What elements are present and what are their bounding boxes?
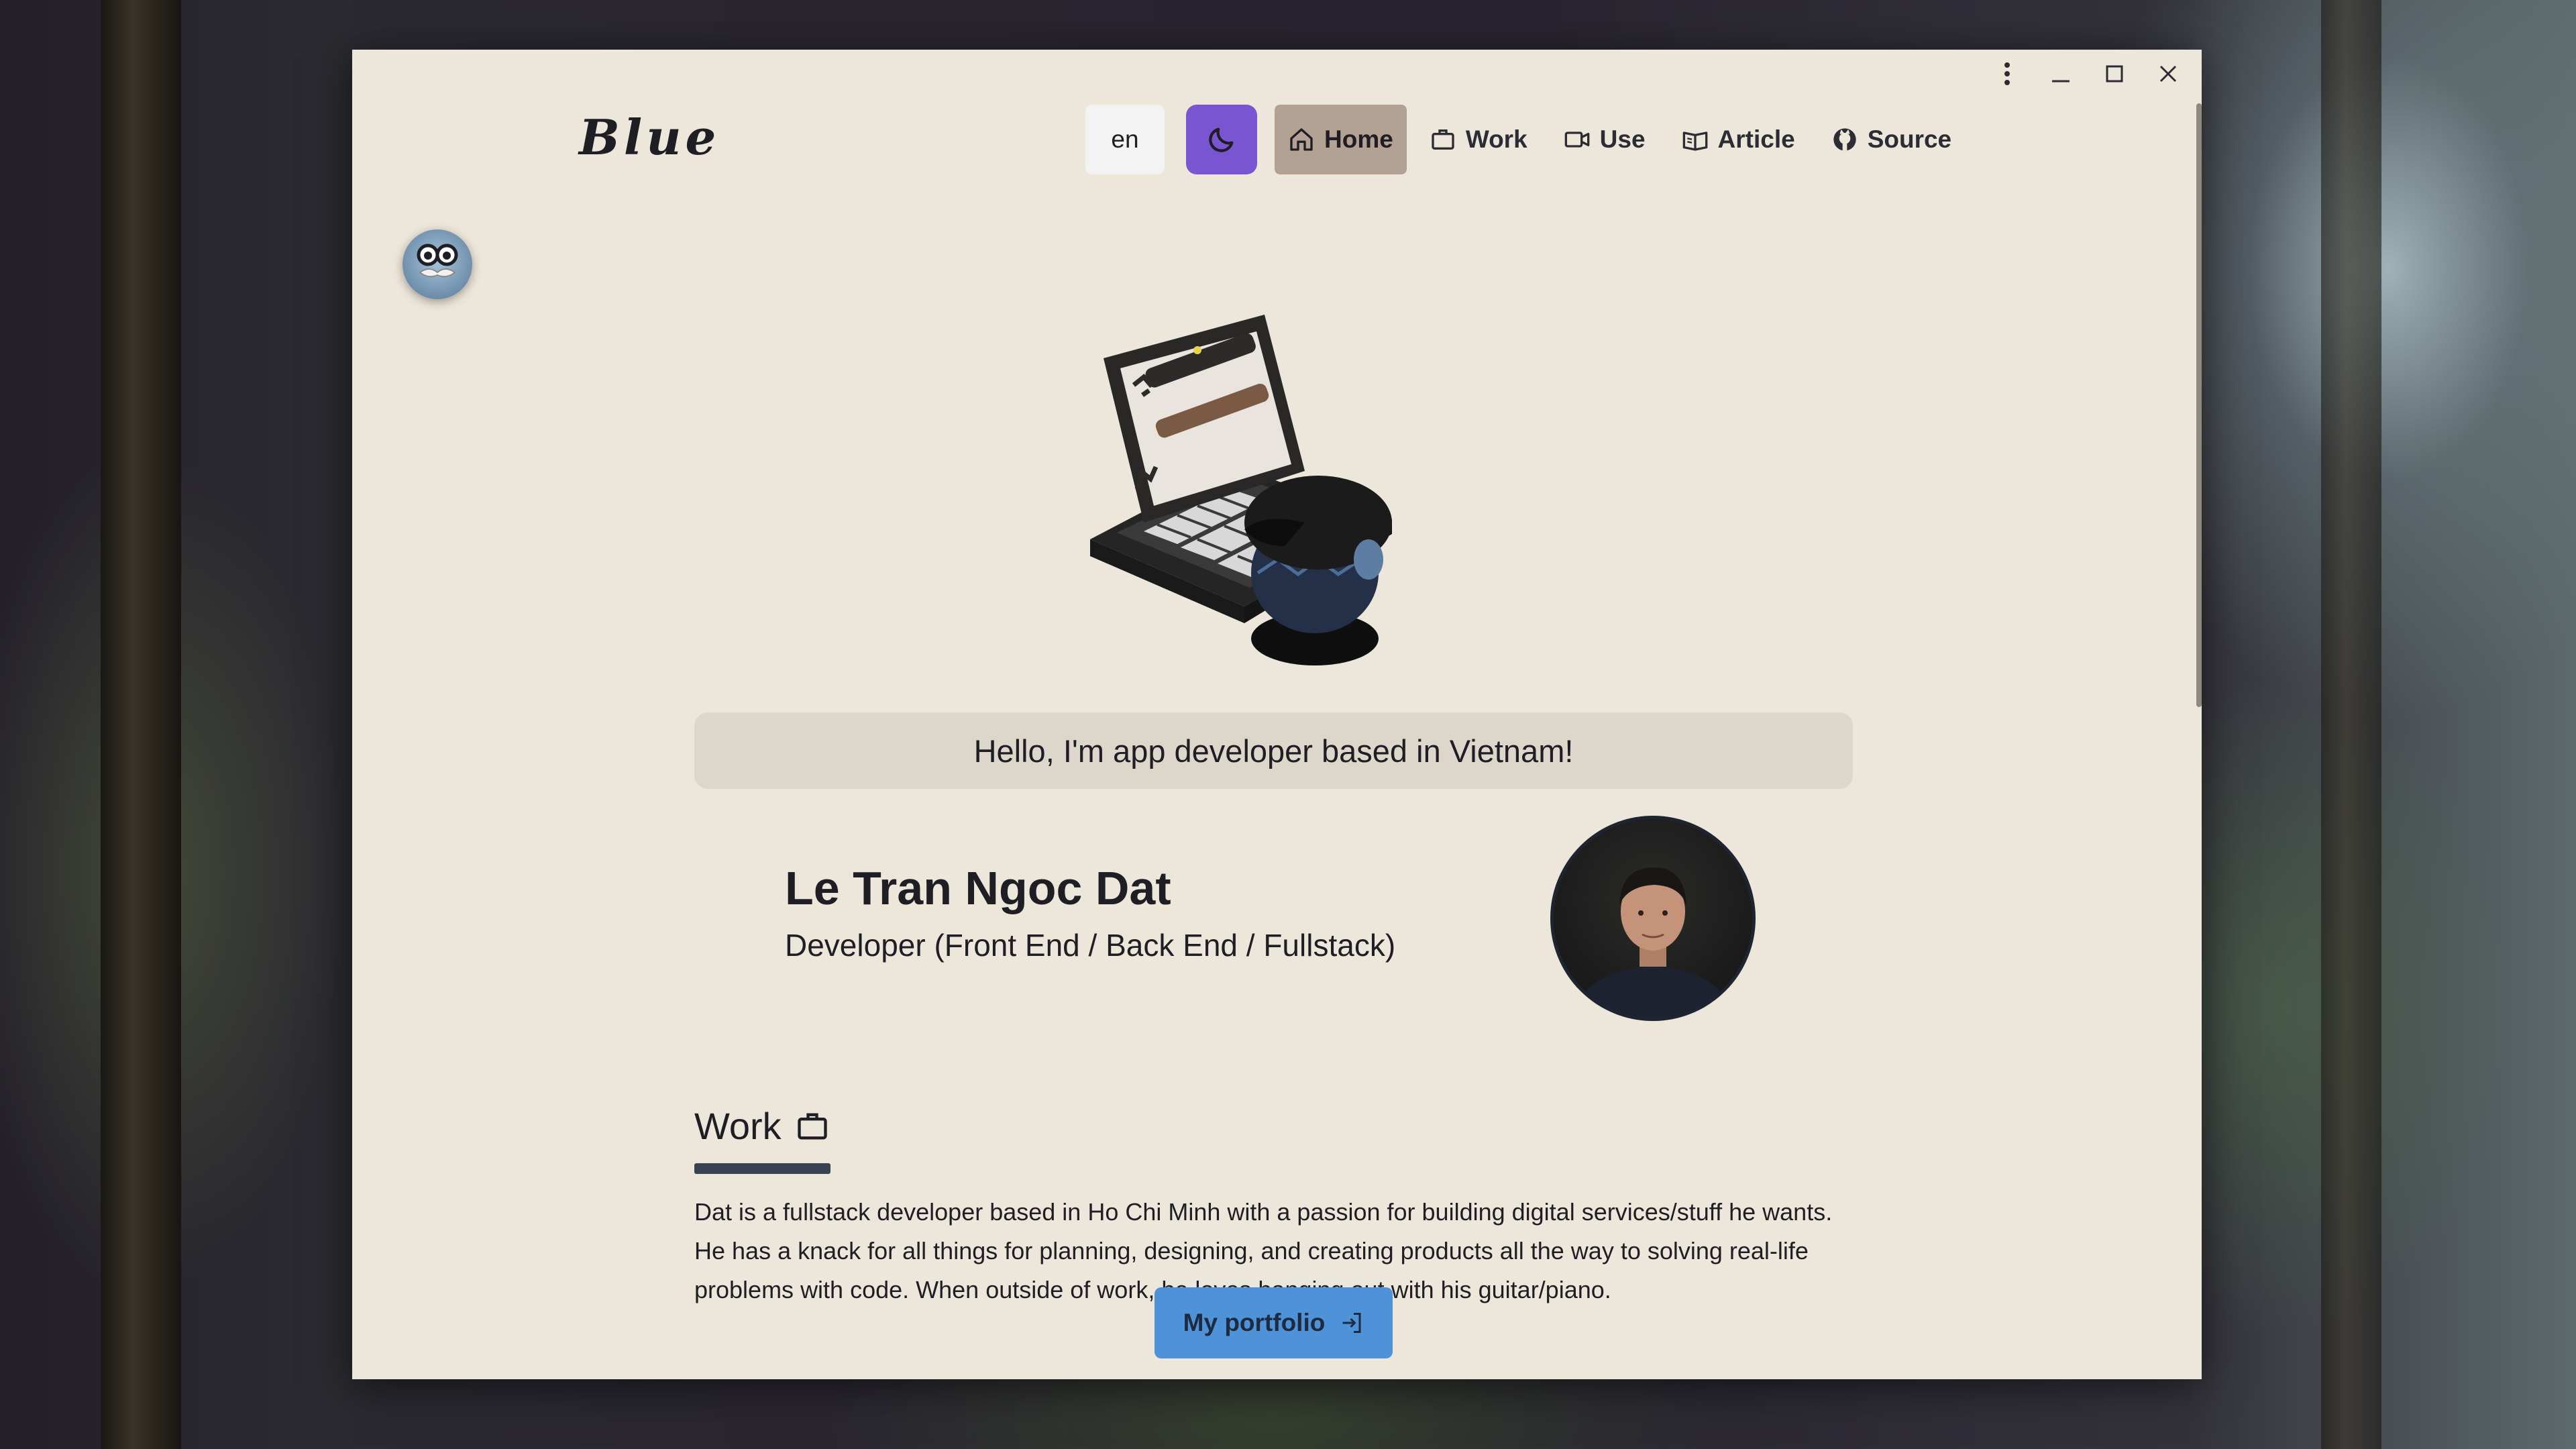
scrollbar[interactable] (2196, 103, 2202, 707)
close-icon[interactable] (2155, 60, 2182, 87)
work-title-text: Work (694, 1105, 782, 1147)
theme-toggle-button[interactable] (1186, 105, 1257, 174)
window-controls (1994, 60, 2182, 87)
more-vert-icon[interactable] (1994, 60, 2021, 87)
nav-item-article[interactable]: Article (1668, 105, 1809, 174)
portfolio-label: My portfolio (1183, 1309, 1326, 1336)
greeting-banner: Hello, I'm app developer based in Vietna… (694, 712, 1853, 789)
nav-label: Article (1717, 125, 1795, 153)
home-icon (1290, 128, 1313, 151)
avatar (1550, 816, 1756, 1021)
github-icon (1833, 128, 1856, 151)
top-nav: en Home Work Use Article Source (1085, 105, 1965, 174)
greeting-text: Hello, I'm app developer based in Vietna… (973, 733, 1574, 769)
nav-item-home[interactable]: Home (1275, 105, 1407, 174)
nav-item-work[interactable]: Work (1416, 105, 1541, 174)
mascot-face-icon (417, 244, 458, 278)
work-section-title: Work (694, 1104, 830, 1148)
minimize-icon[interactable] (2047, 60, 2074, 87)
nav-item-use[interactable]: Use (1550, 105, 1659, 174)
nav-label: Work (1465, 125, 1527, 153)
nav-label: Source (1867, 125, 1952, 153)
language-label: en (1111, 125, 1139, 153)
maximize-icon[interactable] (2101, 60, 2128, 87)
tree-trunk-left (101, 0, 181, 1449)
my-portfolio-button[interactable]: My portfolio (1155, 1287, 1393, 1358)
nav-label: Home (1324, 125, 1393, 153)
video-icon (1564, 131, 1589, 148)
site-logo[interactable]: Blue (579, 109, 720, 166)
section-underline (694, 1163, 830, 1174)
briefcase-icon (1432, 129, 1454, 150)
moon-icon (1209, 127, 1234, 152)
language-button[interactable]: en (1085, 105, 1165, 174)
profile-role: Developer (Front End / Back End / Fullst… (785, 928, 1396, 963)
nav-label: Use (1599, 125, 1646, 153)
profile-name: Le Tran Ngoc Dat (785, 862, 1171, 914)
newspaper-icon (1682, 131, 1707, 151)
nav-item-source[interactable]: Source (1818, 105, 1965, 174)
tree-trunk-right (2321, 0, 2381, 1449)
mascot-button[interactable] (402, 229, 472, 299)
laptop-with-cap-illustration (1090, 315, 1392, 665)
sign-in-icon (1342, 1313, 1361, 1333)
browser-window: Blue en Home Work Use Article Source Hel… (352, 50, 2202, 1379)
briefcase-icon (797, 1113, 827, 1139)
